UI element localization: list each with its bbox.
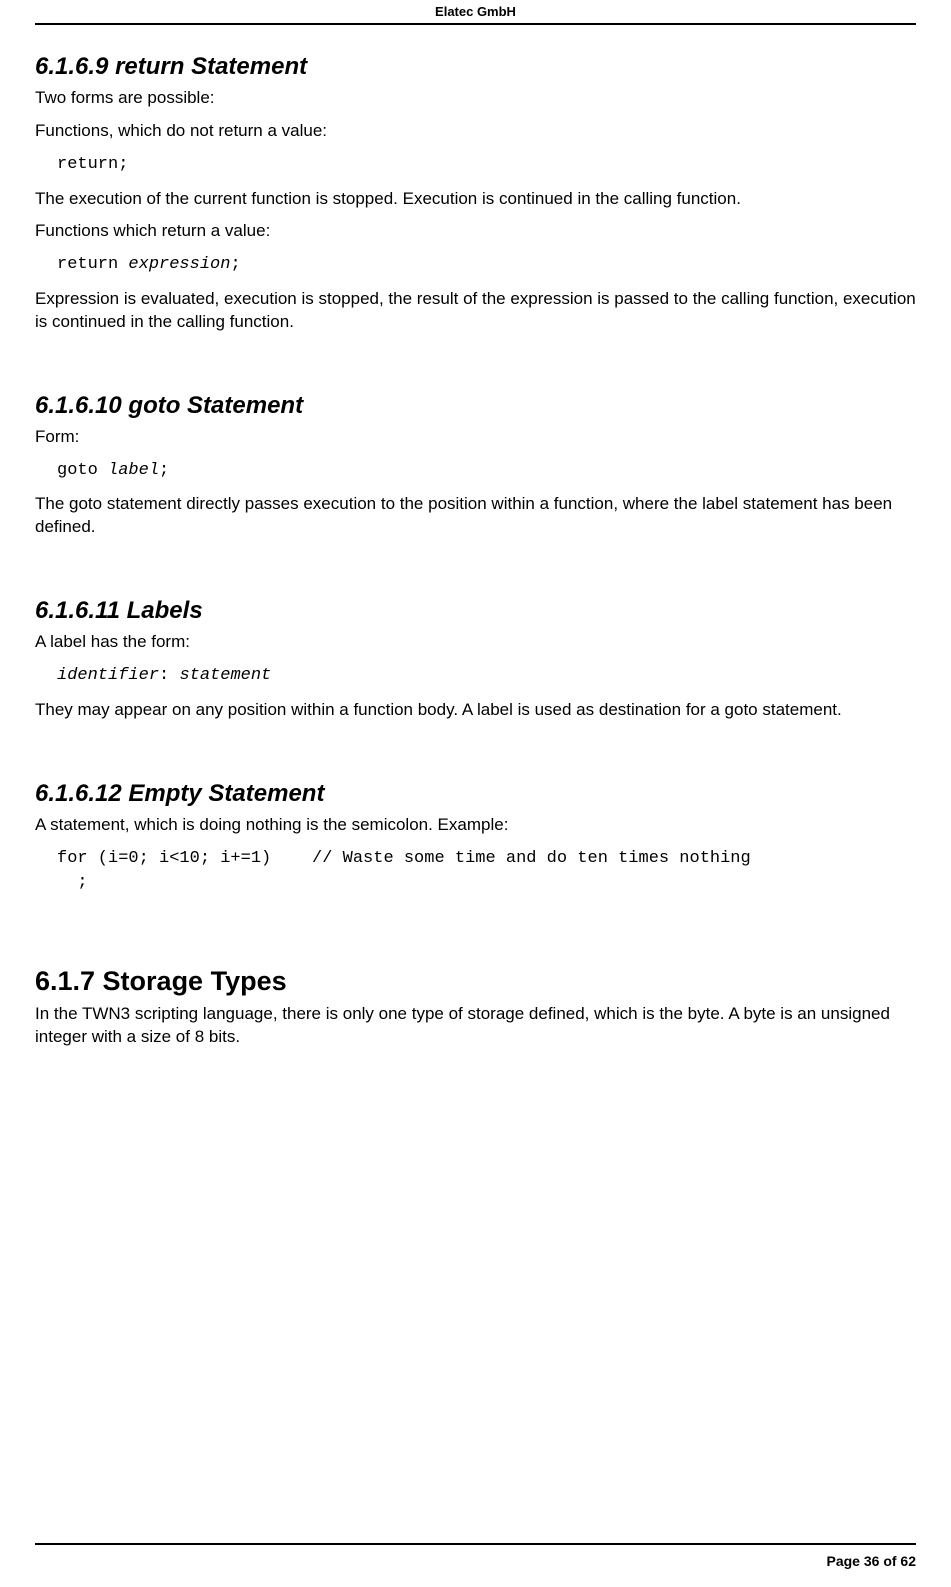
body-text: In the TWN3 scripting language, there is… (35, 1003, 916, 1049)
code-identifier: identifier (57, 666, 159, 685)
code-colon: : (159, 666, 179, 685)
page-header-title: Elatec GmbH (35, 0, 916, 23)
code-label: label (108, 461, 159, 480)
code-block: return; (57, 153, 916, 178)
heading-empty-statement: 6.1.6.12 Empty Statement (35, 780, 916, 808)
page: Elatec GmbH 6.1.6.9 return Statement Two… (0, 0, 951, 1587)
heading-labels: 6.1.6.11 Labels (35, 597, 916, 625)
code-keyword: return (57, 255, 128, 274)
body-text: Form: (35, 426, 916, 449)
code-tail: ; (118, 155, 128, 174)
code-keyword: goto (57, 461, 108, 480)
body-text: Expression is evaluated, execution is st… (35, 288, 916, 334)
code-block: goto label; (57, 459, 916, 484)
code-statement: statement (179, 666, 271, 685)
heading-storage-types: 6.1.7 Storage Types (35, 966, 916, 997)
code-block: for (i=0; i<10; i+=1) // Waste some time… (57, 847, 916, 896)
code-expression: expression (128, 255, 230, 274)
body-text: They may appear on any position within a… (35, 699, 916, 722)
body-text: A statement, which is doing nothing is t… (35, 814, 916, 837)
code-block: identifier: statement (57, 664, 916, 689)
code-tail: ; (159, 461, 169, 480)
divider-top (35, 23, 916, 25)
code-keyword: return (57, 155, 118, 174)
body-text: The execution of the current function is… (35, 188, 916, 211)
heading-return-statement: 6.1.6.9 return Statement (35, 53, 916, 81)
divider-bottom (35, 1543, 916, 1545)
body-text: Functions which return a value: (35, 220, 916, 243)
body-text: Functions, which do not return a value: (35, 120, 916, 143)
code-block: return expression; (57, 253, 916, 278)
body-text: A label has the form: (35, 631, 916, 654)
code-tail: ; (230, 255, 240, 274)
body-text: Two forms are possible: (35, 87, 916, 110)
page-footer-number: Page 36 of 62 (827, 1553, 917, 1569)
heading-goto-statement: 6.1.6.10 goto Statement (35, 392, 916, 420)
body-text: The goto statement directly passes execu… (35, 493, 916, 539)
